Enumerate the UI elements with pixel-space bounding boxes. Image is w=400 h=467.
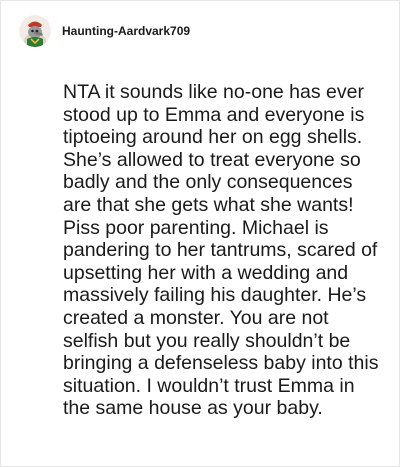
username-link[interactable]: Haunting-Aardvark709	[62, 24, 190, 38]
aardvark-avatar-icon	[19, 15, 51, 47]
comment-text: NTA it sounds like no-one has ever stood…	[63, 81, 379, 420]
user-avatar[interactable]	[19, 15, 51, 47]
comment-header: Haunting-Aardvark709	[19, 15, 190, 47]
comment-card: Haunting-Aardvark709 NTA it sounds like …	[0, 0, 400, 467]
